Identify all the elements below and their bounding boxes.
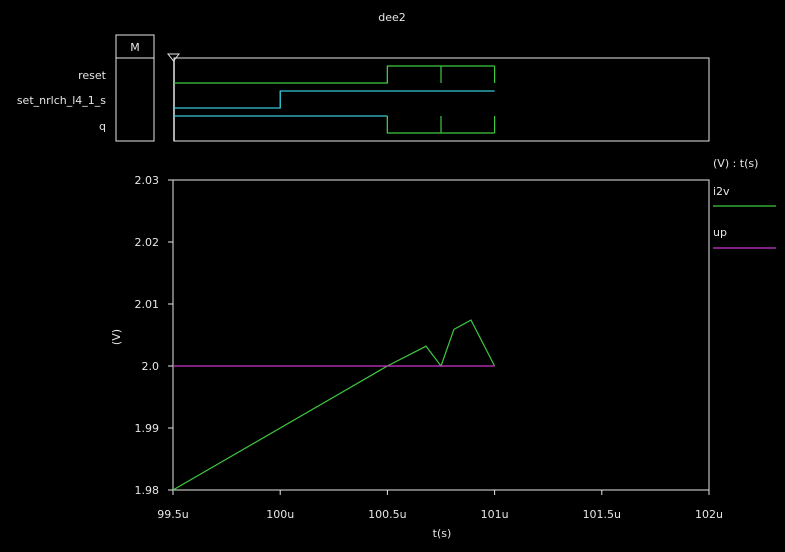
- series-lines: [172, 319, 496, 491]
- y-tick-label: 2.02: [135, 236, 160, 249]
- waveform-viewer: dee2 M reset set_nrlch_l4_1_s q 99.5u 100…: [17, 11, 776, 540]
- y-tick-label: 2.01: [135, 298, 160, 311]
- x-tick-label: 100u: [266, 508, 294, 521]
- x-tick-label: 101u: [481, 508, 509, 521]
- chart-title: dee2: [378, 11, 406, 24]
- y-tick-label: 1.99: [135, 422, 160, 435]
- x-tick-label: 102u: [695, 508, 723, 521]
- x-tick-label: 101.5u: [583, 508, 621, 521]
- signal-label-reset: reset: [78, 69, 107, 82]
- digital-traces: [174, 65, 496, 134]
- signal-label-q: q: [99, 120, 106, 133]
- legend-label-i2v[interactable]: i2v: [713, 185, 730, 198]
- y-tick-label: 1.98: [135, 484, 160, 497]
- x-tick-label: 99.5u: [157, 508, 188, 521]
- y-tick-label: 2.0: [142, 360, 160, 373]
- x-tick-label: 100.5u: [368, 508, 406, 521]
- y-tick-label: 2.03: [135, 174, 160, 187]
- legend-label-up[interactable]: up: [713, 226, 727, 239]
- series-line-i2v: [172, 319, 496, 491]
- digital-trace-set_nrlch_l4_1_s: [174, 90, 495, 109]
- signal-label-set-nrlch: set_nrlch_l4_1_s: [17, 94, 106, 107]
- y-axis-label: (V): [110, 329, 123, 345]
- x-axis-label: t(s): [433, 527, 452, 540]
- analog-panel: 99.5u 100u 100.5u 101u 101.5u 102u 1.98 1.99 2.…: [110, 174, 723, 540]
- y-axis-ticks: 1.98 1.99 2.0 2.01 2.02 2.03: [135, 174, 173, 497]
- digital-panel: M reset set_nrlch_l4_1_s q: [17, 34, 710, 142]
- legend: (V) : t(s) i2v up: [713, 157, 776, 249]
- legend-header: (V) : t(s): [713, 157, 758, 170]
- digital-trace-reset: [174, 65, 495, 84]
- marker-label: M: [130, 41, 140, 54]
- x-axis-ticks: 99.5u 100u 100.5u 101u 101.5u 102u: [157, 490, 723, 521]
